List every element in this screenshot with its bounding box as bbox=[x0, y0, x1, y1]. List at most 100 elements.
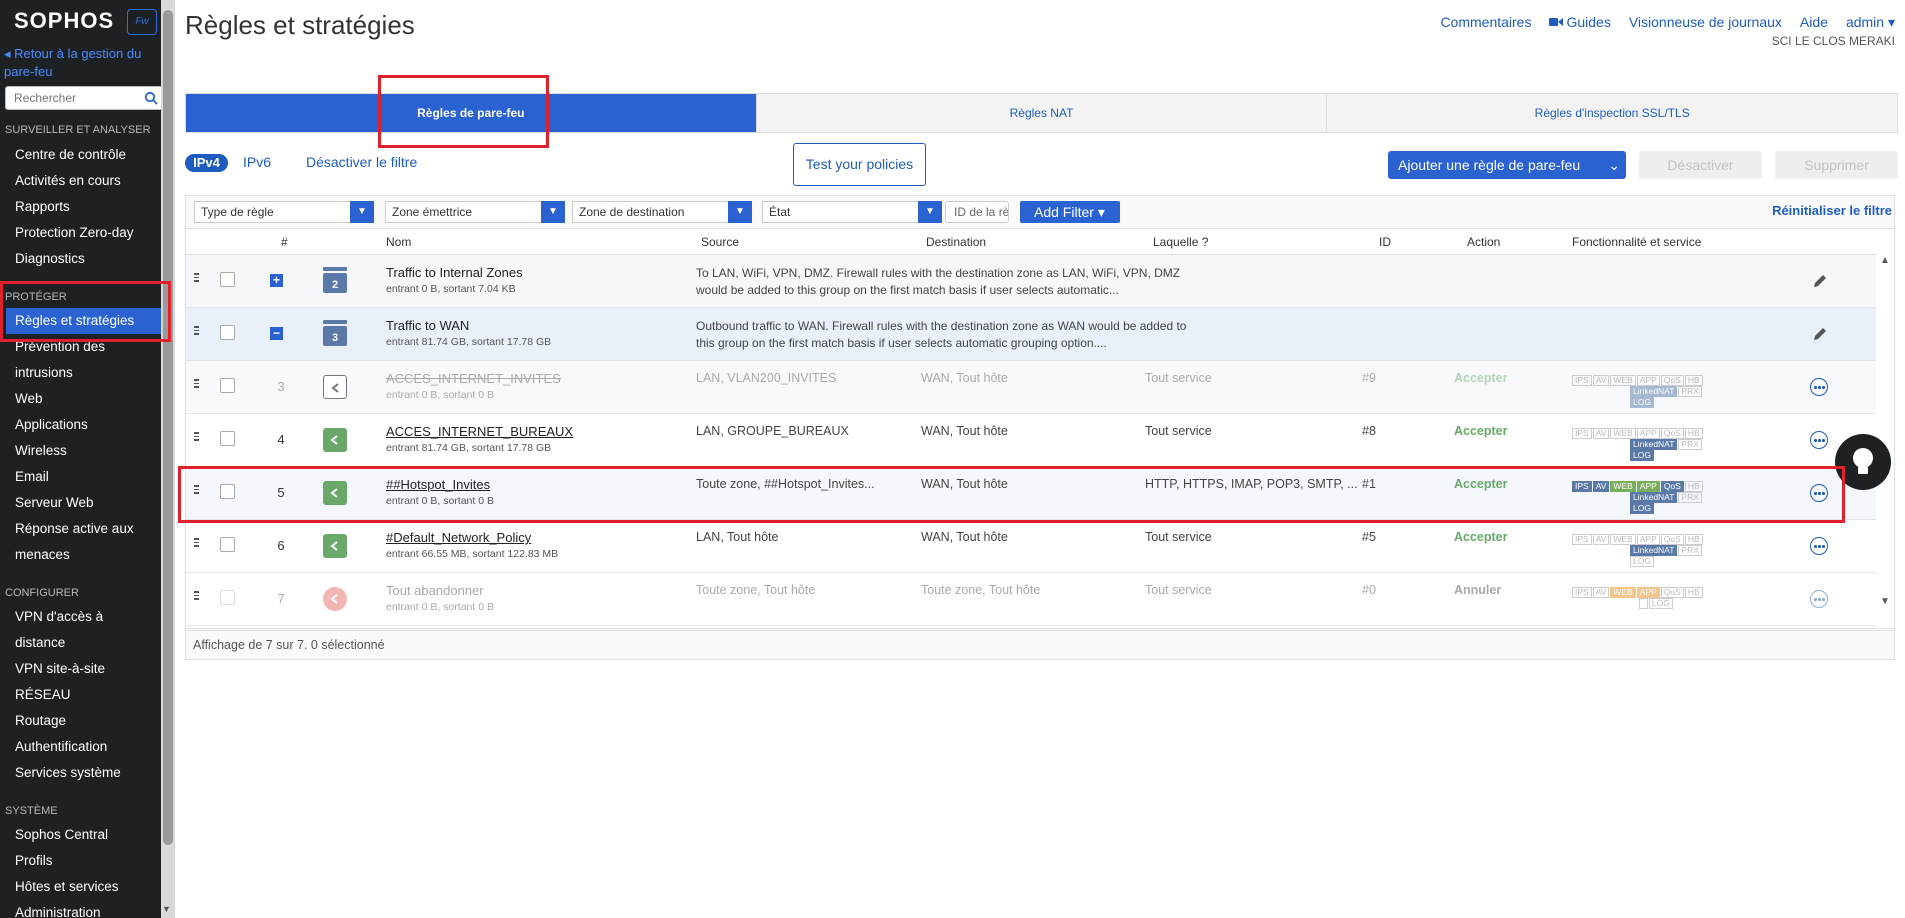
rule-name[interactable]: #Default_Network_Policy bbox=[386, 530, 531, 545]
sidebar-item-web[interactable]: Web bbox=[15, 386, 163, 412]
sidebar-item-email[interactable]: Email bbox=[15, 464, 163, 490]
feedback-link[interactable]: Commentaires bbox=[1440, 14, 1531, 31]
sidebar-item-wireless[interactable]: Wireless bbox=[15, 438, 163, 464]
sidebar-item-sophos-central[interactable]: Sophos Central bbox=[15, 822, 163, 848]
admin-menu[interactable]: admin ▾ bbox=[1846, 14, 1895, 31]
rule-name[interactable]: Tout abandonner bbox=[386, 583, 484, 598]
row-checkbox[interactable] bbox=[220, 325, 235, 340]
guides-link[interactable]: Guides bbox=[1549, 14, 1611, 31]
row-checkbox[interactable] bbox=[220, 378, 235, 393]
sidebar-item-system-services[interactable]: Services système bbox=[15, 760, 163, 786]
sidebar-item-reports[interactable]: Rapports bbox=[15, 194, 163, 220]
dest-zone-filter[interactable]: Zone de destination ▼ bbox=[572, 201, 752, 223]
tab-ssl-tls-rules[interactable]: Règles d'inspection SSL/TLS bbox=[1327, 94, 1897, 132]
more-options-icon[interactable] bbox=[1810, 431, 1828, 449]
more-options-icon[interactable] bbox=[1810, 590, 1828, 608]
sidebar-item-network[interactable]: RÉSEAU bbox=[15, 682, 163, 708]
rule-traffic: entrant 0 B, sortant 0 B bbox=[386, 389, 494, 401]
sidebar-item-active-threat-response-2[interactable]: menaces bbox=[15, 542, 163, 568]
sophos-logo: SOPHOS bbox=[14, 8, 115, 33]
sidebar-item-administration[interactable]: Administration bbox=[15, 900, 163, 918]
search-icon[interactable] bbox=[144, 91, 158, 105]
add-filter-button[interactable]: Add Filter ▾ bbox=[1020, 201, 1120, 223]
table-row[interactable]: 4 ACCES_INTERNET_BUREAUX entrant 81.74 G… bbox=[186, 414, 1876, 467]
row-checkbox[interactable] bbox=[220, 537, 235, 552]
reset-filter-link[interactable]: Réinitialiser le filtre bbox=[1772, 203, 1892, 218]
row-checkbox[interactable] bbox=[220, 590, 235, 605]
sidebar-item-active-threat-response[interactable]: Réponse active aux bbox=[15, 516, 163, 542]
admin-label: admin bbox=[1845, 14, 1885, 30]
sidebar-scrollbar-thumb[interactable] bbox=[163, 10, 173, 845]
sidebar-item-zero-day[interactable]: Protection Zero-day bbox=[15, 220, 163, 246]
state-filter[interactable]: État ▼ bbox=[762, 201, 942, 223]
expand-icon[interactable]: + bbox=[270, 274, 283, 287]
tenant-name: SCI LE CLOS MERAKI bbox=[1771, 34, 1895, 48]
sidebar-item-remote-vpn-2[interactable]: distance bbox=[15, 630, 163, 656]
drag-handle-icon[interactable] bbox=[194, 538, 202, 548]
filter-bar: Type de règle ▼ Zone émettrice ▼ Zone de d… bbox=[185, 195, 1895, 229]
highlight-box-hotspot-row bbox=[178, 466, 1845, 523]
drag-handle-icon[interactable] bbox=[194, 326, 202, 336]
rule-service: Tout service bbox=[1145, 424, 1212, 438]
sidebar-item-diagnostics[interactable]: Diagnostics bbox=[15, 246, 163, 272]
firewall-badge: Fw bbox=[127, 9, 157, 35]
rule-type-filter[interactable]: Type de règle ▼ bbox=[194, 201, 374, 223]
group-row-wan[interactable]: − 3 Traffic to WAN entrant 81.74 GB, sor… bbox=[186, 308, 1876, 361]
back-to-firewall-link[interactable]: ◂ Retour à la gestion du pare-feu bbox=[4, 45, 156, 81]
more-options-icon[interactable] bbox=[1810, 378, 1828, 396]
video-icon bbox=[1549, 18, 1564, 26]
table-row[interactable]: 6 #Default_Network_Policy entrant 66.55 … bbox=[186, 520, 1876, 573]
disable-button[interactable]: Désactiver bbox=[1639, 151, 1762, 179]
table-row[interactable]: 7 Tout abandonner entrant 0 B, sortant 0… bbox=[186, 573, 1876, 626]
sidebar-item-web-server[interactable]: Serveur Web bbox=[15, 490, 163, 516]
highlight-box-sidebar bbox=[0, 281, 171, 342]
sidebar-item-site-vpn[interactable]: VPN site-à-site bbox=[15, 656, 163, 682]
log-viewer-link[interactable]: Visionneuse de journaux bbox=[1629, 14, 1782, 31]
delete-button[interactable]: Supprimer bbox=[1775, 151, 1898, 179]
sidebar-item-current-activities[interactable]: Activités en cours bbox=[15, 168, 163, 194]
group-row-internal-zones[interactable]: + 2 Traffic to Internal Zones entrant 0 … bbox=[186, 255, 1876, 308]
scroll-down-icon[interactable]: ▼ bbox=[1880, 596, 1890, 607]
row-checkbox[interactable] bbox=[220, 431, 235, 446]
sidebar-item-hosts-services[interactable]: Hôtes et services bbox=[15, 874, 163, 900]
ipv4-toggle[interactable]: IPv4 bbox=[185, 154, 228, 172]
sidebar-item-profiles[interactable]: Profils bbox=[15, 848, 163, 874]
drag-handle-icon[interactable] bbox=[194, 591, 202, 601]
help-link[interactable]: Aide bbox=[1800, 14, 1828, 31]
row-checkbox[interactable] bbox=[220, 272, 235, 287]
more-options-icon[interactable] bbox=[1810, 537, 1828, 555]
sidebar-scroll-down-icon[interactable]: ▼ bbox=[162, 904, 171, 914]
col-features: Fonctionnalité et service bbox=[1572, 235, 1702, 249]
ipv6-toggle[interactable]: IPv6 bbox=[243, 154, 271, 170]
rule-name[interactable]: ACCES_INTERNET_BUREAUX bbox=[386, 424, 573, 439]
sidebar-item-authentication[interactable]: Authentification bbox=[15, 734, 163, 760]
source-zone-filter[interactable]: Zone émettrice ▼ bbox=[385, 201, 565, 223]
sidebar-search[interactable] bbox=[5, 86, 163, 110]
group-stack-icon: 2 bbox=[323, 267, 347, 293]
collapse-icon[interactable]: − bbox=[270, 327, 283, 340]
drag-handle-icon[interactable] bbox=[194, 379, 202, 389]
scroll-up-icon[interactable]: ▲ bbox=[1880, 255, 1890, 266]
add-firewall-rule-button[interactable]: Ajouter une règle de pare-feu ⌄ bbox=[1388, 151, 1626, 179]
pencil-icon[interactable] bbox=[1812, 273, 1828, 289]
sidebar-item-control-center[interactable]: Centre de contrôle bbox=[15, 142, 163, 168]
sidebar-item-routing[interactable]: Routage bbox=[15, 708, 163, 734]
sidebar-item-remote-vpn[interactable]: VPN d'accès à bbox=[15, 604, 163, 630]
pencil-icon[interactable] bbox=[1812, 326, 1828, 342]
sidebar-search-input[interactable] bbox=[6, 87, 138, 109]
rule-number: 4 bbox=[277, 432, 285, 447]
table-row[interactable]: 3 ACCES_INTERNET_INVITES entrant 0 B, so… bbox=[186, 361, 1876, 414]
sidebar-item-intrusion-prevention-2[interactable]: intrusions bbox=[15, 360, 163, 386]
drag-handle-icon[interactable] bbox=[194, 432, 202, 442]
group-name[interactable]: Traffic to Internal Zones bbox=[386, 265, 523, 280]
test-policies-button[interactable]: Test your policies bbox=[793, 143, 926, 186]
disable-filter-link[interactable]: Désactiver le filtre bbox=[306, 154, 417, 170]
feature-tags: IPS AV WEB APP QoS HB LOG bbox=[1572, 587, 1712, 609]
group-name[interactable]: Traffic to WAN bbox=[386, 318, 469, 333]
sidebar-item-applications[interactable]: Applications bbox=[15, 412, 163, 438]
drag-handle-icon[interactable] bbox=[194, 273, 202, 283]
rule-id-input[interactable]: ID de la règle bbox=[945, 201, 1009, 223]
rule-name[interactable]: ACCES_INTERNET_INVITES bbox=[386, 371, 561, 386]
tab-nat-rules[interactable]: Règles NAT bbox=[757, 94, 1328, 132]
rule-service: Tout service bbox=[1145, 583, 1212, 597]
